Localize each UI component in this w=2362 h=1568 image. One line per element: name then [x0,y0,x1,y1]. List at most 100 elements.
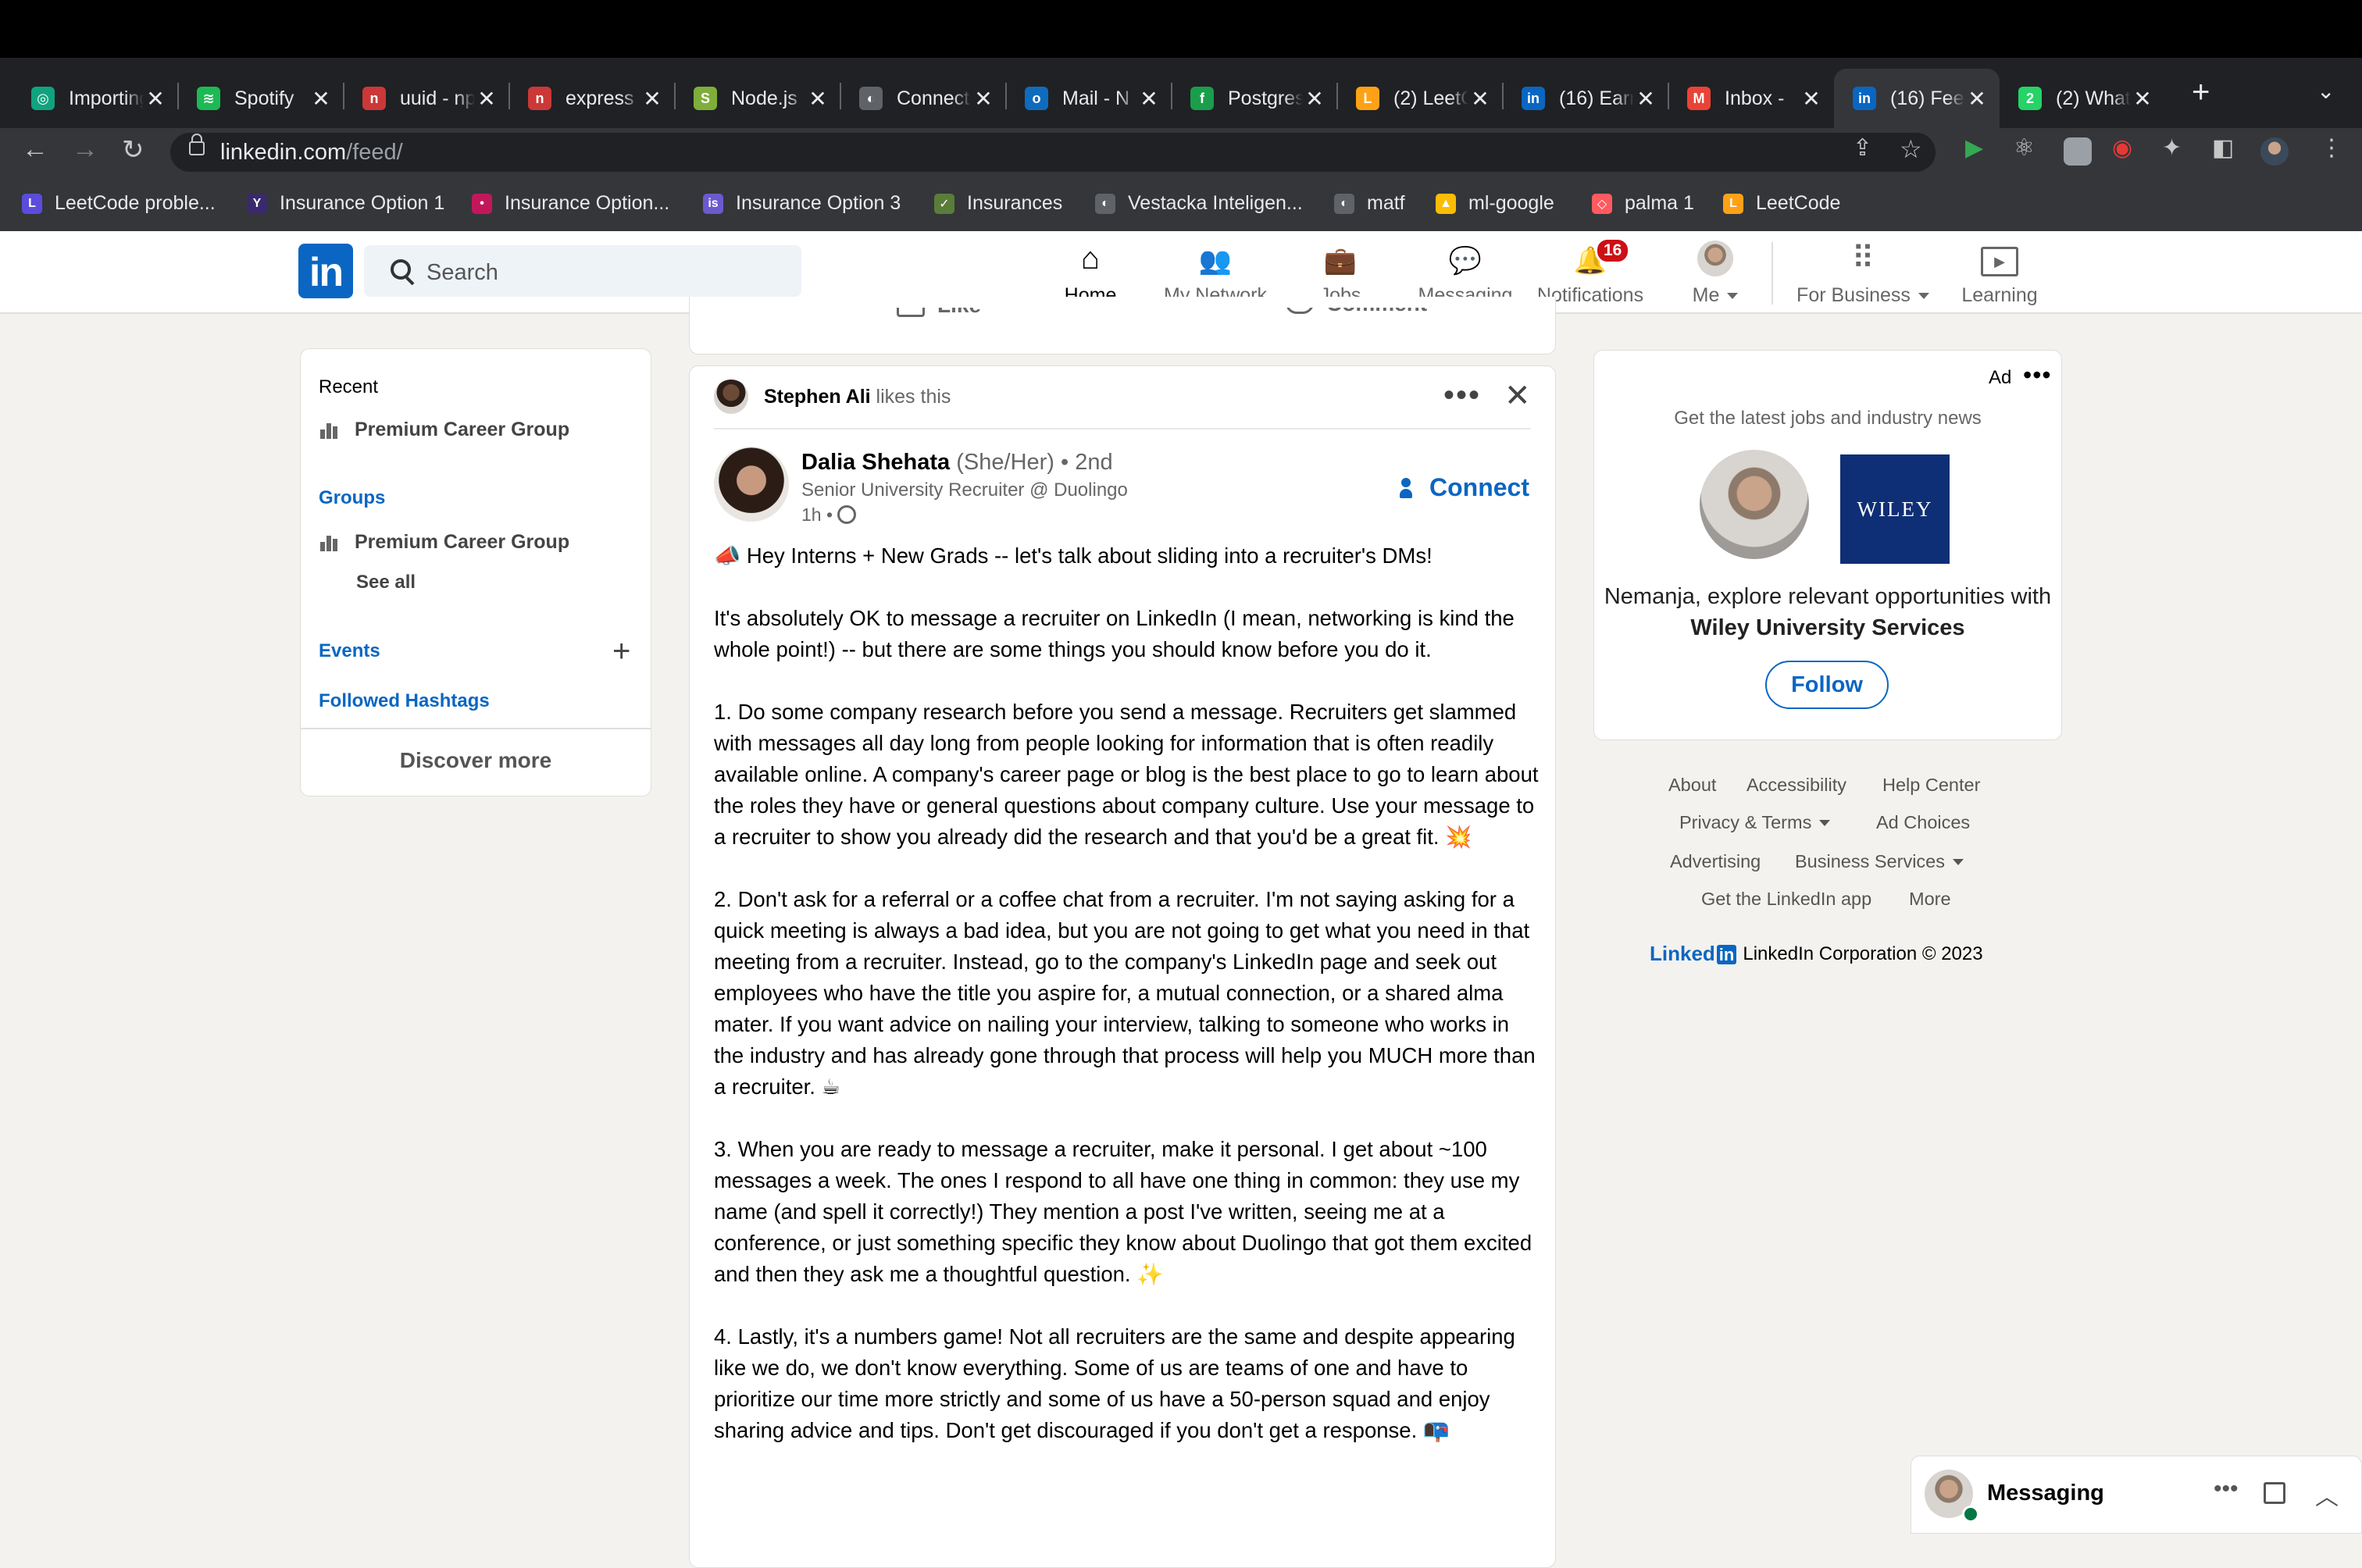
group-item-premium-career-group[interactable]: Premium Career Group [320,531,569,554]
browser-tab[interactable]: 2 (2) WhatsApp✕ [2000,69,2165,128]
footer-advertising-link[interactable]: Advertising [1670,851,1761,872]
bookmark-item[interactable]: ✓ Insurances [934,192,1062,215]
browser-tab[interactable]: M Inbox - ✕ [1668,69,1834,128]
footer-privacy-terms-link[interactable]: Privacy & Terms [1679,812,1831,833]
bookmark-item[interactable]: ◐ Vestacka Inteligen... [1095,192,1303,215]
nav-learning[interactable]: ▶ Learning [1937,239,2062,312]
browser-tab[interactable]: in (16) Earn ✕ [1503,69,1668,128]
ad-member-avatar [1700,450,1809,559]
bookmark-item[interactable]: Y Insurance Option 1 [247,192,444,215]
tab-close-icon[interactable]: ✕ [309,86,333,112]
plus-icon[interactable]: + [612,636,630,667]
bookmark-item[interactable]: is Insurance Option 3 [703,192,901,215]
footer-get-app-link[interactable]: Get the LinkedIn app [1701,889,1871,910]
profile-avatar[interactable] [2260,137,2289,166]
bookmark-item[interactable]: ◐ matf [1334,192,1405,215]
record-extension-icon[interactable]: ◉ [2112,134,2132,162]
discover-more-button[interactable]: Discover more [300,748,651,773]
compose-icon[interactable] [2264,1482,2285,1504]
kebab-menu-icon[interactable]: ⋮ [2320,134,2343,162]
post-paragraph: 3. When you are ready to message a recru… [714,1137,1532,1286]
messaging-dock[interactable] [1911,1456,2362,1534]
extension-icon[interactable] [2064,137,2092,166]
recent-item-premium-career-group[interactable]: Premium Career Group [320,419,569,441]
chevron-up-icon[interactable]: ︿ [2315,1477,2339,1512]
puzzle-extensions-icon[interactable]: ✦ [2162,134,2182,162]
linkedin-logo[interactable]: in [298,244,353,298]
tab-title: Inbox - [1725,87,1785,109]
browser-tab[interactable]: f Postgres ✕ [1172,69,1337,128]
tab-close-icon[interactable]: ✕ [972,86,995,112]
tab-close-icon[interactable]: ✕ [2131,86,2154,112]
browser-tab[interactable]: o Mail - N ✕ [1006,69,1172,128]
browser-tab[interactable]: L (2) LeetCode✕ [1337,69,1503,128]
events-link[interactable]: Events [319,640,380,662]
tab-close-icon[interactable]: ✕ [806,86,830,112]
tab-close-icon[interactable]: ✕ [1965,86,1989,112]
nav-me[interactable]: Me [1653,239,1778,312]
bookmark-item[interactable]: L LeetCode proble... [22,192,216,215]
bookmark-item[interactable]: ▲ ml-google [1436,192,1554,215]
tab-close-icon[interactable]: ✕ [1634,86,1657,112]
tab-close-icon[interactable]: ✕ [1137,86,1161,112]
browser-tab[interactable]: n uuid - npm✕ [344,69,509,128]
messaging-more-icon[interactable]: ••• [2214,1476,2239,1502]
browser-tab[interactable]: in (16) Feed✕ [1834,69,2000,128]
browser-tab[interactable]: ≋ Spotify ✕ [178,69,344,128]
forward-arrow-icon[interactable]: → [72,134,98,165]
see-all-link[interactable]: See all [356,572,416,593]
tab-close-icon[interactable]: ✕ [640,86,664,112]
tab-close-icon[interactable]: ✕ [144,86,167,112]
author-avatar[interactable] [714,447,789,522]
wordmark-in: in [1716,945,1737,964]
groups-link[interactable]: Groups [319,487,385,509]
lock-icon[interactable] [189,134,205,155]
back-arrow-icon[interactable]: ← [22,134,48,165]
ad-more-icon[interactable]: ••• [2023,361,2052,390]
connect-button[interactable]: Connect [1400,473,1529,502]
play-extension-icon[interactable]: ▶ [1965,134,1983,162]
tab-close-icon[interactable]: ✕ [1468,86,1492,112]
bookmark-item[interactable]: L LeetCode [1723,192,1840,215]
url-text[interactable]: linkedin.com/feed/ [220,140,403,166]
address-bar[interactable] [170,133,1936,172]
bookmark-label: LeetCode proble... [55,192,216,214]
post-more-icon[interactable]: ••• [1443,378,1481,413]
author-name-line[interactable]: Dalia Shehata (She/Her) • 2nd [801,450,1113,476]
wordmark-text: Linked [1650,942,1715,965]
footer-more-link[interactable]: More [1909,889,1951,910]
tab-favicon-icon: 2 [2018,87,2042,110]
bookmark-item[interactable]: ◇ palma 1 [1592,192,1694,215]
footer-help-center-link[interactable]: Help Center [1882,775,1980,796]
footer-accessibility-link[interactable]: Accessibility [1747,775,1846,796]
tab-close-icon[interactable]: ✕ [1800,86,1823,112]
side-panel-icon[interactable]: ◧ [2212,134,2234,162]
browser-tab[interactable]: n express - npm✕ [509,69,675,128]
author-name[interactable]: Dalia Shehata [801,450,950,475]
tab-close-icon[interactable]: ✕ [475,86,498,112]
nav-for-business-label-wrap: For Business [1789,284,1937,307]
social-context: Stephen Ali likes this [764,386,951,408]
footer-business-services-link[interactable]: Business Services [1795,851,1964,872]
nav-for-business[interactable]: ⠿ For Business [1789,239,1937,312]
tab-close-icon[interactable]: ✕ [1303,86,1326,112]
reload-icon[interactable]: ↻ [122,134,145,166]
bookmark-item[interactable]: • Insurance Option... [472,192,669,215]
liker-avatar[interactable] [714,380,748,414]
footer-ad-choices-link[interactable]: Ad Choices [1876,812,1970,833]
liker-name[interactable]: Stephen Ali [764,386,871,408]
followed-hashtags-link[interactable]: Followed Hashtags [319,690,490,712]
react-devtools-icon[interactable]: ⚛ [2014,134,2035,162]
share-icon[interactable]: ⇪ [1853,134,1872,162]
browser-tab[interactable]: S Node.js ✕ [675,69,840,128]
footer-about-link[interactable]: About [1668,775,1716,796]
new-tab-button[interactable]: + [2192,75,2210,110]
browser-tab[interactable]: ◐ Connect ✕ [840,69,1006,128]
search-input[interactable] [425,258,787,287]
bookmark-star-icon[interactable]: ☆ [1900,134,1922,164]
wiley-logo[interactable]: WILEY [1840,454,1950,564]
close-icon[interactable]: ✕ [1504,378,1531,414]
browser-tab[interactable]: ◎ Importing ✕ [12,69,178,128]
tab-search-chevron-icon[interactable]: ⌄ [2317,78,2335,104]
follow-button[interactable]: Follow [1765,661,1889,709]
